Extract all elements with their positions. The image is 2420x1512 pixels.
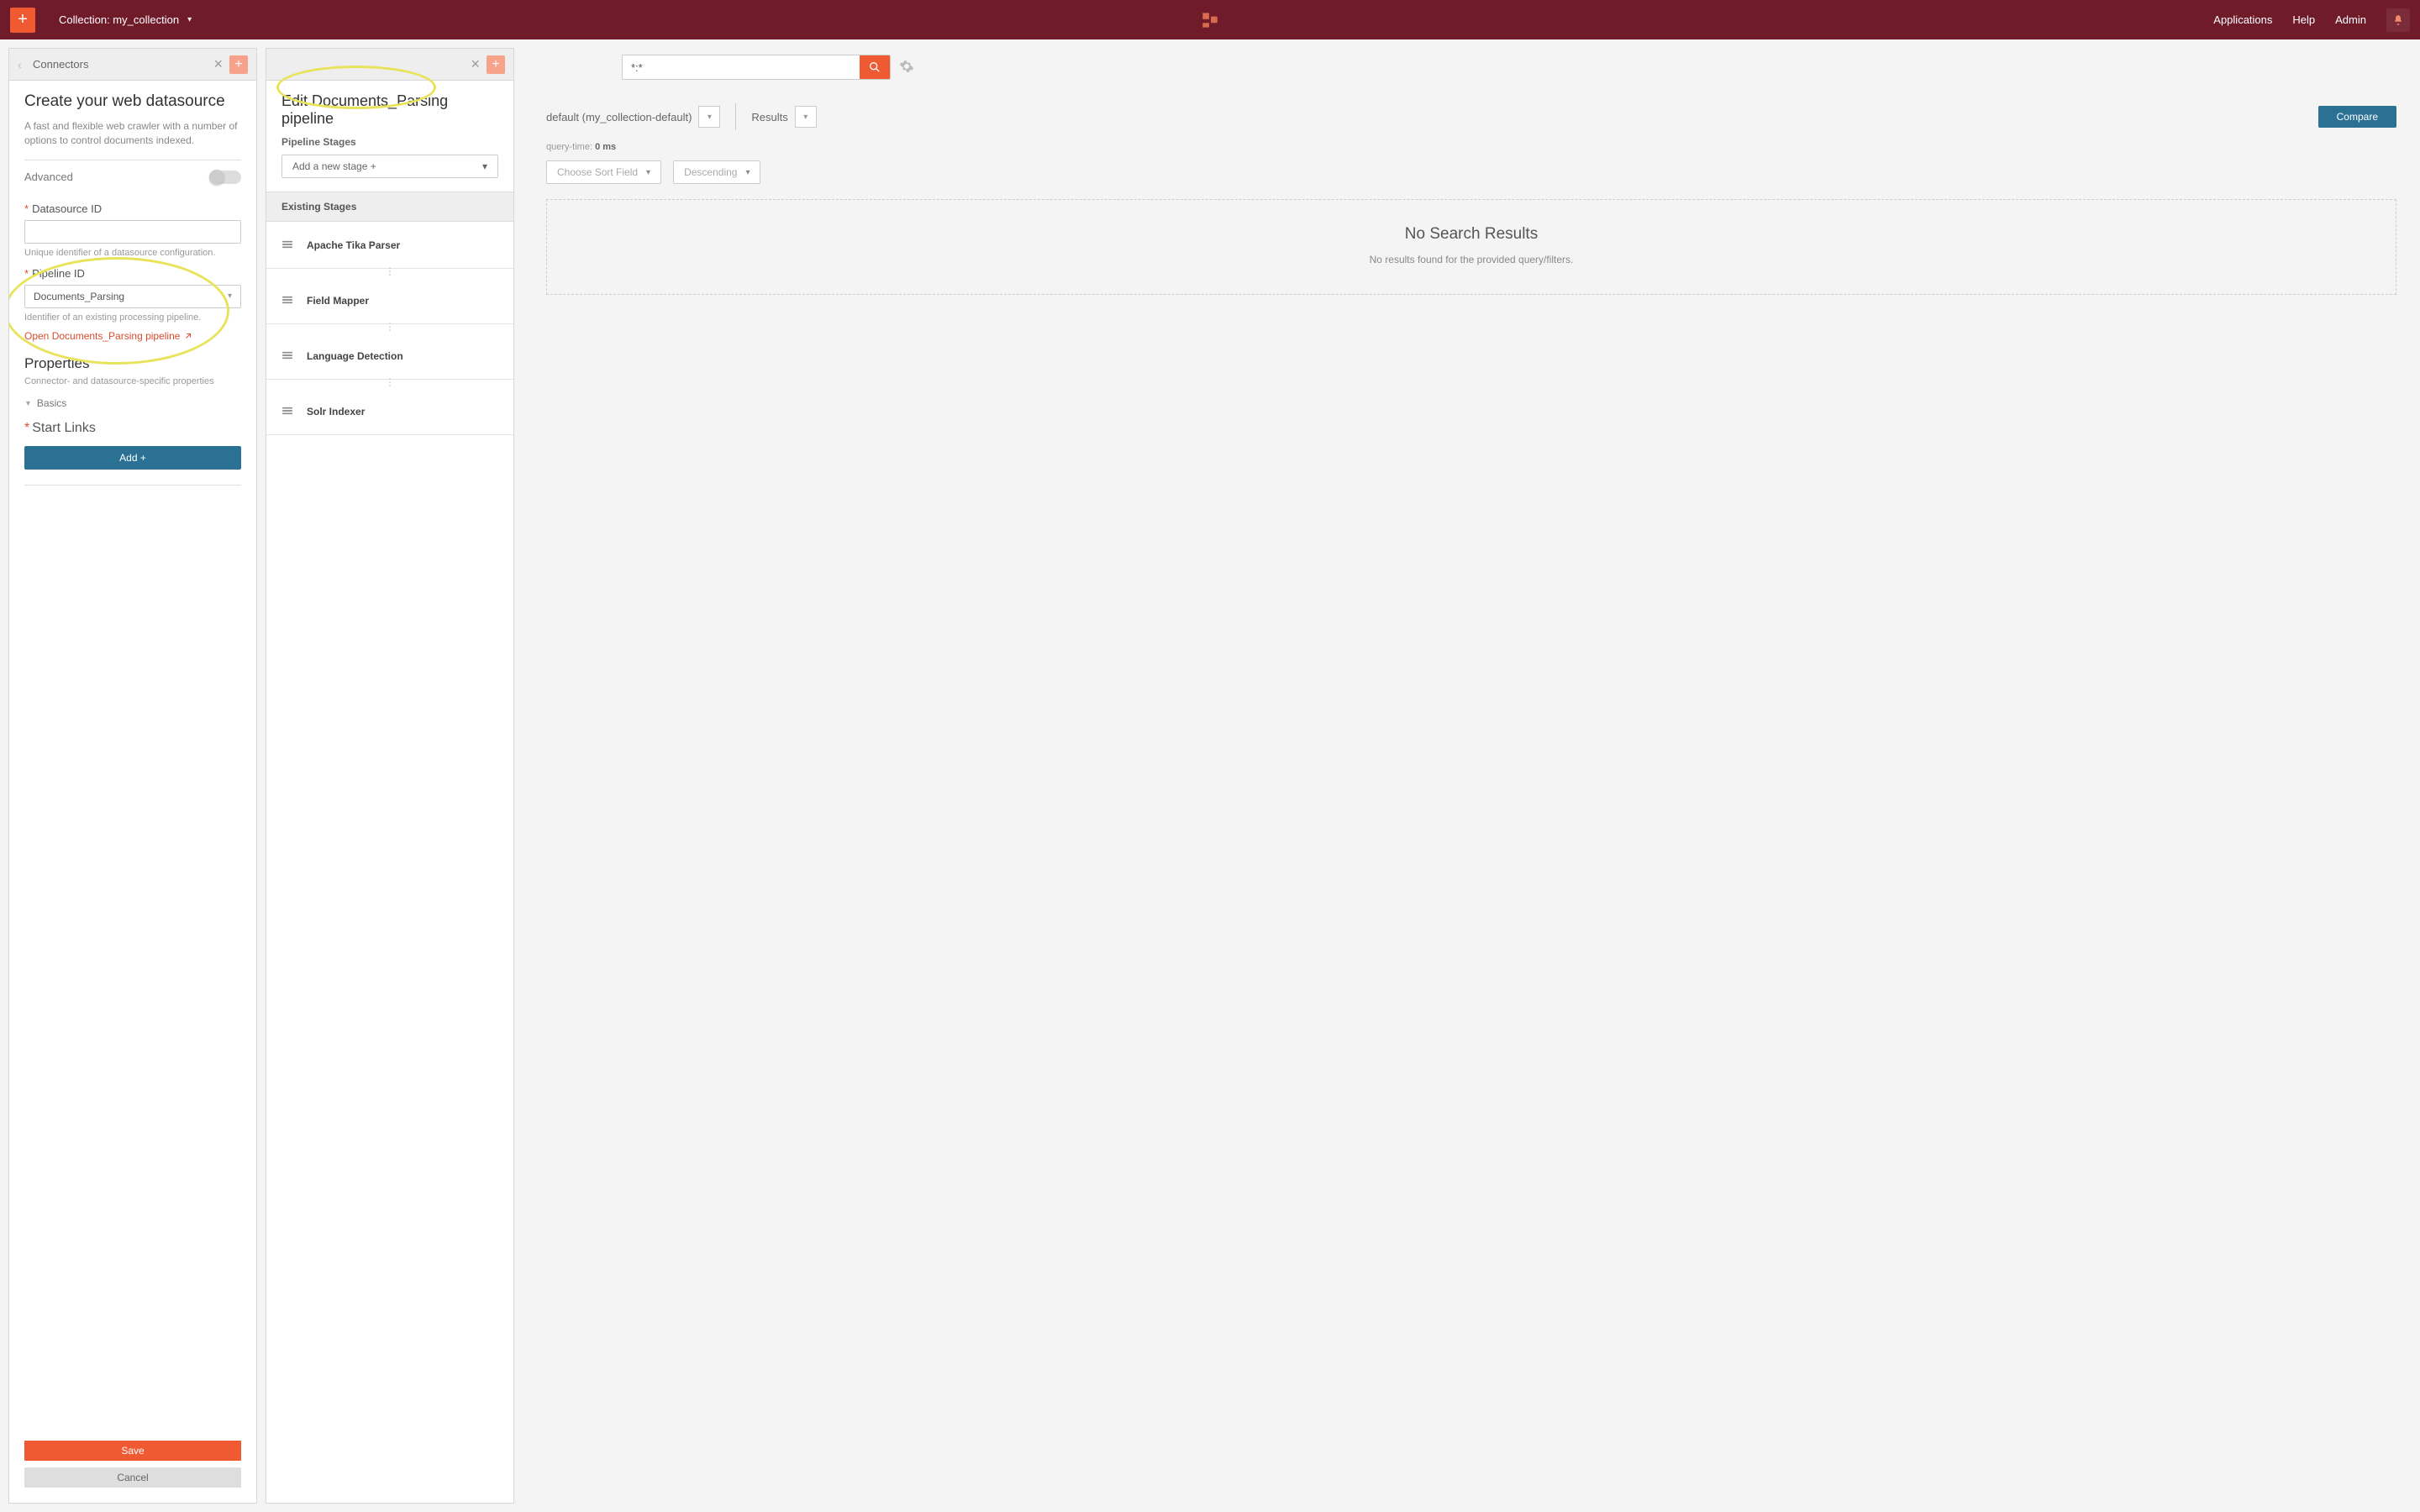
workspace: ‹ Connectors × + Create your web datasou… xyxy=(0,39,2420,1512)
existing-stages-label: Existing Stages xyxy=(266,192,513,222)
sort-field-dropdown[interactable]: Choose Sort Field xyxy=(546,160,661,184)
triangle-down-icon: ▼ xyxy=(24,399,32,407)
add-connector-button[interactable]: + xyxy=(229,55,248,74)
chevron-down-icon[interactable]: ▾ xyxy=(795,106,817,128)
connectors-panel: ‹ Connectors × + Create your web datasou… xyxy=(8,48,257,1504)
stage-item[interactable]: Language Detection xyxy=(266,333,513,380)
gear-icon xyxy=(899,59,914,74)
pipeline-id-hint: Identifier of an existing processing pip… xyxy=(24,312,241,323)
drag-handle-icon[interactable] xyxy=(281,295,293,307)
stage-item[interactable]: Solr Indexer xyxy=(266,388,513,435)
close-icon[interactable]: × xyxy=(213,55,223,73)
pipeline-default-label: default (my_collection-default) xyxy=(546,111,692,123)
collection-selector[interactable]: Collection: my_collection xyxy=(59,13,192,26)
add-stage-select[interactable]: Add a new stage + xyxy=(281,155,498,178)
pipeline-id-select[interactable]: Documents_Parsing xyxy=(24,285,241,308)
no-results-panel: No Search Results No results found for t… xyxy=(546,199,2396,295)
chevron-down-icon xyxy=(745,168,750,177)
nav-help[interactable]: Help xyxy=(2292,13,2315,26)
advanced-label: Advanced xyxy=(24,171,73,183)
stage-item[interactable]: Apache Tika Parser xyxy=(266,222,513,269)
pipeline-id-label: *Pipeline ID xyxy=(24,267,241,280)
nav-admin[interactable]: Admin xyxy=(2335,13,2366,26)
compare-button[interactable]: Compare xyxy=(2318,106,2396,128)
search-button[interactable] xyxy=(860,55,890,79)
basics-expander[interactable]: ▼ Basics xyxy=(24,397,241,409)
pipeline-panel-header: × + xyxy=(266,49,513,81)
basics-label: Basics xyxy=(37,397,66,409)
sort-field-label: Choose Sort Field xyxy=(557,166,638,178)
divider xyxy=(735,103,736,130)
drag-handle-icon[interactable] xyxy=(281,239,293,251)
add-start-link-button[interactable]: Add + xyxy=(24,446,241,470)
start-links-title: *Start Links xyxy=(24,421,241,436)
pipeline-default-dropdown[interactable]: default (my_collection-default) ▾ xyxy=(546,106,720,128)
pipeline-panel: × + Edit Documents_Parsing pipeline Pipe… xyxy=(266,48,514,1504)
open-pipeline-link-label: Open Documents_Parsing pipeline xyxy=(24,330,180,342)
stage-item[interactable]: Field Mapper xyxy=(266,277,513,324)
chevron-down-icon[interactable]: ▾ xyxy=(698,106,720,128)
pipeline-title: Edit Documents_Parsing pipeline xyxy=(281,92,498,128)
app-logo xyxy=(1199,9,1221,31)
search-settings-button[interactable] xyxy=(899,59,914,76)
topbar-nav: Applications Help Admin xyxy=(2213,8,2410,32)
stage-separator xyxy=(266,324,513,333)
drag-handle-icon[interactable] xyxy=(281,350,293,362)
external-link-icon xyxy=(183,331,193,341)
properties-title: Properties xyxy=(24,355,241,372)
stage-label: Solr Indexer xyxy=(307,406,365,417)
search-input[interactable] xyxy=(623,55,860,79)
save-button[interactable]: Save xyxy=(24,1441,241,1461)
properties-desc: Connector- and datasource-specific prope… xyxy=(24,375,241,387)
drag-handle-icon[interactable] xyxy=(281,406,293,417)
open-pipeline-link[interactable]: Open Documents_Parsing pipeline xyxy=(24,330,193,342)
datasource-id-label: *Datasource ID xyxy=(24,202,241,215)
bell-icon xyxy=(2392,14,2404,26)
collection-label: Collection: my_collection xyxy=(59,13,179,26)
results-view-dropdown[interactable]: Results ▾ xyxy=(751,106,816,128)
nav-applications[interactable]: Applications xyxy=(2213,13,2272,26)
stage-separator xyxy=(266,269,513,277)
sort-direction-label: Descending xyxy=(684,166,737,178)
chevron-down-icon xyxy=(646,168,650,177)
back-icon[interactable]: ‹ xyxy=(18,58,33,71)
chevron-down-icon xyxy=(482,160,487,172)
pipeline-id-value: Documents_Parsing xyxy=(34,291,124,302)
results-view-label: Results xyxy=(751,111,787,123)
no-results-body: No results found for the provided query/… xyxy=(564,254,2379,265)
page-description: A fast and flexible web crawler with a n… xyxy=(24,119,241,160)
no-results-title: No Search Results xyxy=(564,225,2379,244)
search-box xyxy=(622,55,891,80)
pipeline-stages-label: Pipeline Stages xyxy=(281,136,498,148)
stage-separator xyxy=(266,380,513,388)
cancel-button[interactable]: Cancel xyxy=(24,1467,241,1488)
close-icon[interactable]: × xyxy=(471,55,480,73)
stages-list: Apache Tika Parser Field Mapper Language… xyxy=(266,222,513,435)
topbar: + Collection: my_collection Applications… xyxy=(0,0,2420,39)
connectors-panel-title: Connectors xyxy=(33,58,88,71)
add-stage-label: Add a new stage + xyxy=(292,160,376,172)
search-panel: default (my_collection-default) ▾ Result… xyxy=(523,48,2420,1504)
stage-label: Field Mapper xyxy=(307,295,369,307)
create-button[interactable]: + xyxy=(10,8,35,33)
stage-label: Language Detection xyxy=(307,350,403,362)
chevron-down-icon xyxy=(228,291,232,301)
add-pipeline-button[interactable]: + xyxy=(487,55,505,74)
page-title: Create your web datasource xyxy=(24,92,241,111)
query-time: query-time: 0 ms xyxy=(523,139,2420,160)
stage-label: Apache Tika Parser xyxy=(307,239,400,251)
advanced-toggle[interactable] xyxy=(209,171,241,184)
datasource-id-input[interactable] xyxy=(24,220,241,244)
search-icon xyxy=(868,60,881,74)
chevron-down-icon xyxy=(187,15,192,24)
datasource-id-hint: Unique identifier of a datasource config… xyxy=(24,247,241,259)
sort-direction-dropdown[interactable]: Descending xyxy=(673,160,760,184)
connectors-panel-header: ‹ Connectors × + xyxy=(9,49,256,81)
notifications-button[interactable] xyxy=(2386,8,2410,32)
